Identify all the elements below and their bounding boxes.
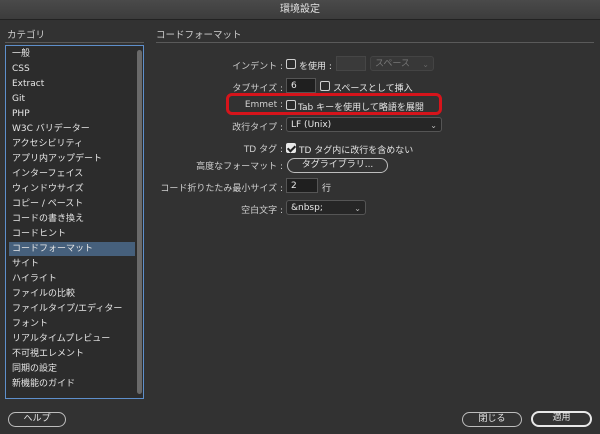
sidebar-item-file-types-editors[interactable]: ファイルタイプ/エディター	[9, 302, 135, 316]
apply-button[interactable]: 適用	[531, 411, 592, 427]
line-break-value: LF (Unix)	[291, 120, 332, 130]
sidebar-item-code-format[interactable]: コードフォーマット	[9, 242, 135, 256]
sidebar-heading: カテゴリ	[7, 30, 46, 41]
sidebar-item-fonts[interactable]: フォント	[9, 317, 135, 331]
indent-checkbox-label: を使用 :	[299, 62, 332, 72]
td-tag-checkbox-label: TD タグ内に改行を含めない	[299, 146, 414, 156]
td-tag-label: TD タグ :	[243, 145, 283, 155]
sidebar-item-realtime-preview[interactable]: リアルタイムプレビュー	[9, 332, 135, 346]
sidebar-divider	[5, 42, 144, 43]
sidebar-item-copy-paste[interactable]: コピー / ペースト	[9, 197, 135, 211]
section-divider	[156, 42, 594, 43]
sidebar-item-highlighting[interactable]: ハイライト	[9, 272, 135, 286]
sidebar-item-invisible-elements[interactable]: 不可視エレメント	[9, 347, 135, 361]
sidebar-item-whats-new[interactable]: 新機能のガイド	[9, 377, 135, 391]
sidebar-item-general[interactable]: 一般	[9, 47, 135, 61]
sidebar-item-code-hints[interactable]: コードヒント	[9, 227, 135, 241]
sidebar-item-w3c-validator[interactable]: W3C バリデーター	[9, 122, 135, 136]
indent-size-field[interactable]	[336, 56, 366, 71]
whitespace-select[interactable]: &nbsp; ⌄	[286, 200, 366, 215]
line-break-select[interactable]: LF (Unix) ⌄	[286, 117, 442, 132]
whitespace-label: 空白文字 :	[241, 206, 283, 216]
code-folding-unit: 行	[322, 184, 332, 194]
close-button[interactable]: 閉じる	[462, 412, 522, 427]
sidebar-item-php[interactable]: PHP	[9, 107, 135, 121]
emmet-highlight-annotation	[226, 93, 442, 115]
sidebar-item-extract[interactable]: Extract	[9, 77, 135, 91]
sidebar-item-code-rewriting[interactable]: コードの書き換え	[9, 212, 135, 226]
section-heading: コードフォーマット	[156, 30, 242, 41]
advanced-format-label: 高度なフォーマット :	[196, 162, 283, 172]
code-folding-label: コード折りたたみ最小サイズ :	[160, 184, 283, 194]
window-title: 環境設定	[0, 0, 600, 20]
code-folding-field[interactable]: 2	[286, 178, 318, 193]
sidebar-item-css[interactable]: CSS	[9, 62, 135, 76]
indent-checkbox[interactable]	[286, 59, 296, 69]
indent-unit-select[interactable]: スペース ⌄	[370, 56, 434, 71]
sidebar-item-interface[interactable]: インターフェイス	[9, 167, 135, 181]
sidebar-item-window-sizes[interactable]: ウィンドウサイズ	[9, 182, 135, 196]
indent-label: インデント :	[232, 62, 283, 72]
sidebar-item-site[interactable]: サイト	[9, 257, 135, 271]
insert-spaces-checkbox[interactable]	[320, 81, 330, 91]
chevron-down-icon: ⌄	[354, 204, 361, 213]
indent-unit-value: スペース	[375, 59, 410, 69]
line-break-label: 改行タイプ :	[232, 123, 283, 133]
tag-library-button[interactable]: タグライブラリ...	[287, 158, 388, 173]
whitespace-value: &nbsp;	[291, 203, 323, 213]
category-list[interactable]: 一般 CSS Extract Git PHP W3C バリデーター アクセシビリ…	[5, 45, 144, 399]
tab-size-field[interactable]: 6	[286, 78, 316, 93]
td-tag-checkbox[interactable]	[286, 143, 296, 153]
chevron-down-icon: ⌄	[430, 121, 437, 130]
sidebar-scrollbar[interactable]	[137, 50, 142, 394]
sidebar-item-accessibility[interactable]: アクセシビリティ	[9, 137, 135, 151]
chevron-down-icon: ⌄	[422, 60, 429, 69]
sidebar-item-in-app-updates[interactable]: アプリ内アップデート	[9, 152, 135, 166]
sidebar-item-git[interactable]: Git	[9, 92, 135, 106]
sidebar-item-sync-settings[interactable]: 同期の設定	[9, 362, 135, 376]
help-button[interactable]: ヘルプ	[8, 412, 66, 427]
sidebar-item-file-compare[interactable]: ファイルの比較	[9, 287, 135, 301]
